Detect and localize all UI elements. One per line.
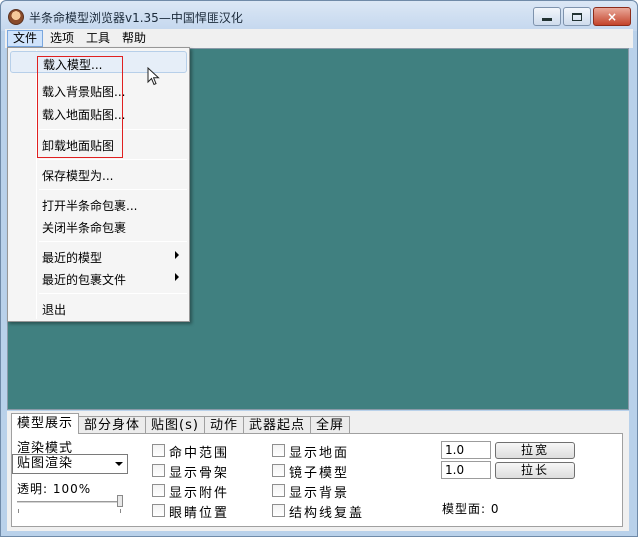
show-background-checkbox[interactable]	[272, 484, 285, 497]
menu-help[interactable]: 帮助	[117, 30, 151, 47]
stretch-long-button[interactable]: 拉长	[495, 462, 575, 479]
menu-item-recent-packages[interactable]: 最近的包裹文件	[10, 267, 187, 289]
menu-item-close-package[interactable]: 关闭半条命包裹	[10, 215, 187, 237]
tab-body-parts[interactable]: 部分身体	[78, 416, 147, 434]
chevron-right-icon	[175, 251, 179, 259]
menu-separator	[39, 293, 187, 294]
show-background-label: 显示背景	[289, 486, 350, 501]
tab-sequences[interactable]: 动作	[203, 416, 244, 434]
mouse-cursor-icon	[147, 67, 160, 86]
show-bones-label: 显示骨架	[169, 466, 230, 481]
close-button[interactable]: ×	[593, 7, 631, 26]
scale-input-1[interactable]: 1.0	[441, 441, 491, 459]
maximize-icon	[572, 12, 582, 21]
menu-item-label: 最近的模型	[42, 251, 103, 265]
menu-options[interactable]: 选项	[45, 30, 79, 47]
show-bones-checkbox[interactable]	[152, 464, 165, 477]
show-ground-checkbox[interactable]	[272, 444, 285, 457]
scale-input-2[interactable]: 1.0	[441, 461, 491, 479]
show-attachments-checkbox[interactable]	[152, 484, 165, 497]
menu-item-label: 保存模型为...	[42, 169, 114, 183]
show-ground-label: 显示地面	[289, 446, 350, 461]
tab-weapon-origin[interactable]: 武器起点	[242, 416, 311, 434]
menu-separator	[39, 189, 187, 190]
app-window: 半条命模型浏览器v1.35—中国悍匪汉化 × 文件 选项 工具 帮助 模型展示 …	[0, 0, 638, 537]
render-mode-value: 贴图渲染	[17, 456, 74, 471]
highlight-box	[37, 56, 123, 158]
menu-separator	[39, 159, 187, 160]
menu-separator	[39, 241, 187, 242]
render-mode-select[interactable]: 贴图渲染	[12, 454, 128, 474]
tab-model-display[interactable]: 模型展示	[11, 413, 80, 434]
show-attachments-label: 显示附件	[169, 486, 230, 501]
eye-position-label: 眼睛位置	[169, 506, 230, 521]
menu-item-label: 关闭半条命包裹	[42, 221, 127, 235]
maximize-button[interactable]	[563, 7, 591, 26]
opacity-slider-thumb[interactable]	[117, 495, 123, 507]
mirror-model-checkbox[interactable]	[272, 464, 285, 477]
menu-item-label: 打开半条命包裹...	[42, 199, 138, 213]
tab-textures[interactable]: 贴图(s)	[145, 416, 205, 434]
opacity-label: 透明: 100%	[17, 482, 92, 496]
model-faces-label: 模型面: 0	[442, 502, 500, 516]
eye-position-checkbox[interactable]	[152, 504, 165, 517]
tab-fullscreen[interactable]: 全屏	[309, 416, 350, 434]
title-bar[interactable]: 半条命模型浏览器v1.35—中国悍匪汉化 ×	[1, 1, 637, 31]
menu-tools[interactable]: 工具	[81, 30, 115, 47]
app-icon	[8, 9, 24, 25]
chevron-right-icon	[175, 273, 179, 281]
slider-tick	[120, 509, 121, 513]
wireframe-overlay-label: 结构线复盖	[289, 506, 365, 521]
mirror-model-label: 镜子模型	[289, 466, 350, 481]
window-title: 半条命模型浏览器v1.35—中国悍匪汉化	[29, 11, 243, 25]
menu-item-label: 最近的包裹文件	[42, 273, 127, 287]
hitbox-checkbox[interactable]	[152, 444, 165, 457]
minimize-button[interactable]	[533, 7, 561, 26]
menu-item-recent-models[interactable]: 最近的模型	[10, 245, 187, 267]
chevron-down-icon	[115, 462, 123, 466]
menu-item-exit[interactable]: 退出	[10, 297, 187, 319]
slider-tick	[18, 509, 19, 513]
tab-strip: 模型展示 部分身体 贴图(s) 动作 武器起点 全屏	[11, 413, 350, 434]
minimize-icon	[542, 18, 552, 21]
close-icon: ×	[606, 9, 618, 24]
menu-bar: 文件 选项 工具 帮助	[5, 29, 633, 48]
hitbox-label: 命中范围	[169, 446, 230, 461]
menu-file[interactable]: 文件	[7, 30, 44, 47]
menu-item-label: 退出	[42, 303, 67, 317]
menu-item-save-model[interactable]: 保存模型为...	[10, 163, 187, 185]
opacity-slider-track[interactable]	[17, 501, 121, 503]
menu-item-open-package[interactable]: 打开半条命包裹...	[10, 193, 187, 215]
wireframe-overlay-checkbox[interactable]	[272, 504, 285, 517]
stretch-wide-button[interactable]: 拉宽	[495, 442, 575, 459]
